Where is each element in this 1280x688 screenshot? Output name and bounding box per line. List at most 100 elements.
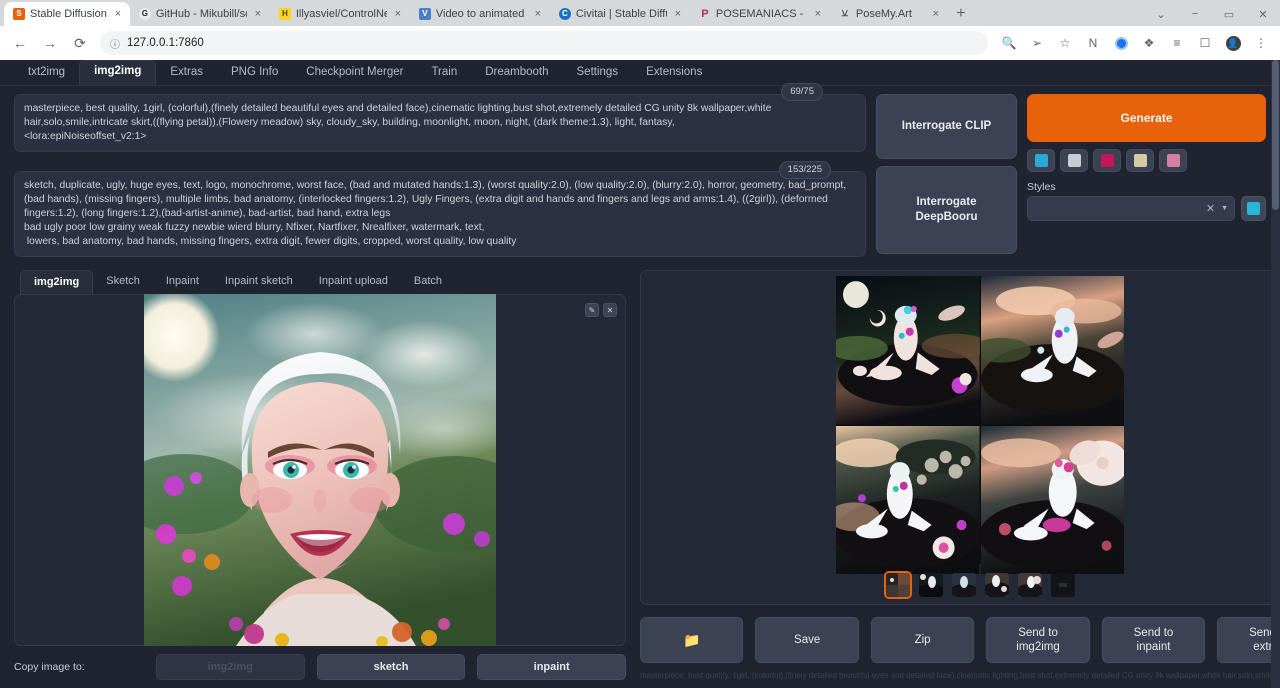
clear-x-icon[interactable]: ✕ — [1206, 202, 1215, 215]
result-gallery[interactable]: ✕ — [640, 270, 1280, 605]
styles-row: ✕ ▼ — [1027, 196, 1266, 221]
close-icon[interactable]: × — [112, 8, 124, 20]
interrogate-clip-button[interactable]: Interrogate CLIP — [876, 94, 1017, 159]
browser-tab-1[interactable]: G GitHub - Mikubill/sd-webui-co × — [130, 2, 270, 26]
copy-image-label: Copy image to: — [14, 661, 156, 673]
tab-label: Video to animated GIF converter — [436, 8, 527, 20]
chevron-down-icon[interactable]: ▼ — [1221, 205, 1228, 212]
folder-icon: 📁 — [683, 633, 700, 647]
result-image-3[interactable] — [981, 426, 1125, 575]
github-icon: G — [139, 8, 151, 20]
clipboard-icon[interactable] — [1126, 149, 1154, 172]
gallery-thumb-0[interactable] — [884, 571, 912, 599]
paste-arrow-icon[interactable] — [1027, 149, 1055, 172]
minimize-button[interactable]: − — [1178, 2, 1212, 26]
subtab-sketch[interactable]: Sketch — [93, 270, 153, 295]
subtab-img2img[interactable]: img2img — [20, 270, 93, 295]
profile-avatar-icon[interactable]: 👤 — [1222, 31, 1244, 55]
tab-settings[interactable]: Settings — [563, 62, 633, 85]
cards-icon[interactable] — [1093, 149, 1121, 172]
extensions-puzzle-icon[interactable]: ❖ — [1138, 31, 1160, 55]
browser-tab-2[interactable]: H Illyasviel/ControlNet at main × — [270, 2, 410, 26]
tab-extensions[interactable]: Extensions — [632, 62, 716, 85]
save-button[interactable]: Save — [755, 617, 858, 663]
interrogate-column: Interrogate CLIP Interrogate DeepBooru — [876, 94, 1017, 254]
tab-dreambooth[interactable]: Dreambooth — [471, 62, 562, 85]
share-icon[interactable]: ➢ — [1026, 31, 1048, 55]
browser-tab-3[interactable]: V Video to animated GIF converter × — [410, 2, 550, 26]
copy-to-img2img-button[interactable]: img2img — [156, 654, 305, 680]
gallery-thumb-5[interactable] — [1049, 571, 1077, 599]
notion-extension-icon[interactable]: N — [1082, 31, 1104, 55]
tab-txt2img[interactable]: txt2img — [14, 62, 79, 85]
new-tab-button[interactable]: + — [948, 2, 974, 26]
close-icon[interactable]: × — [252, 8, 264, 20]
close-window-button[interactable]: ✕ — [1246, 2, 1280, 26]
page-scrollbar[interactable] — [1271, 60, 1280, 688]
subtab-batch[interactable]: Batch — [401, 270, 455, 295]
maximize-button[interactable]: ▭ — [1212, 2, 1246, 26]
tab-train[interactable]: Train — [417, 62, 471, 85]
close-icon[interactable]: × — [532, 8, 544, 20]
chrome-menu-icon[interactable]: ⋮ — [1250, 31, 1272, 55]
tab-checkpoint-merger[interactable]: Checkpoint Merger — [292, 62, 417, 85]
tab-search-icon[interactable]: ⌄ — [1144, 2, 1178, 26]
scrollbar-thumb[interactable] — [1272, 60, 1279, 210]
gallery-thumb-4[interactable] — [1016, 571, 1044, 599]
close-x-icon[interactable]: ✕ — [603, 303, 617, 317]
gallery-thumb-1[interactable] — [917, 571, 945, 599]
result-image-2[interactable] — [836, 426, 980, 575]
browser-tab-4[interactable]: C Civitai | Stable Diffusion models × — [550, 2, 690, 26]
styles-dropdown[interactable]: ✕ ▼ — [1027, 196, 1235, 221]
result-image-1[interactable] — [981, 276, 1125, 425]
copy-image-buttons: img2img sketch inpaint — [156, 654, 626, 680]
zoom-icon[interactable]: 🔍 — [998, 31, 1020, 55]
floppy-icon[interactable] — [1159, 149, 1187, 172]
address-bar[interactable]: ⓘ 127.0.0.1:7860 — [100, 31, 988, 55]
open-folder-button[interactable]: 📁 — [640, 617, 743, 663]
generate-button[interactable]: Generate — [1027, 94, 1266, 142]
browser-tab-6[interactable]: ⚺ PoseMy.Art × — [830, 2, 948, 26]
back-icon[interactable]: ← — [8, 31, 32, 55]
bookmark-star-icon[interactable]: ☆ — [1054, 31, 1076, 55]
zip-button[interactable]: Zip — [871, 617, 974, 663]
close-icon[interactable]: × — [930, 8, 942, 20]
subtab-inpaint-upload[interactable]: Inpaint upload — [306, 270, 401, 295]
copy-to-sketch-button[interactable]: sketch — [317, 654, 466, 680]
reading-list-icon[interactable]: ≡ — [1166, 31, 1188, 55]
extension-blue-icon[interactable] — [1110, 31, 1132, 55]
source-image-panel[interactable]: ✎ ✕ — [14, 294, 626, 646]
result-image-0[interactable] — [836, 276, 980, 425]
prompt-textarea[interactable]: 69/75 masterpiece, best quality, 1girl, … — [14, 94, 866, 152]
output-action-buttons: 📁 Save Zip Send to img2img Send to inpai… — [640, 617, 1280, 663]
browser-tab-0[interactable]: S Stable Diffusion × — [4, 2, 130, 26]
refresh-icon[interactable] — [1241, 196, 1266, 221]
close-icon[interactable]: × — [672, 8, 684, 20]
subtab-inpaint-sketch[interactable]: Inpaint sketch — [212, 270, 306, 295]
send-to-img2img-button[interactable]: Send to img2img — [986, 617, 1089, 663]
trash-icon[interactable] — [1060, 149, 1088, 172]
tab-img2img[interactable]: img2img — [79, 60, 156, 85]
reload-icon[interactable]: ⟳ — [68, 31, 92, 55]
gallery-thumb-3[interactable] — [983, 571, 1011, 599]
prompt-tool-buttons — [1027, 149, 1266, 172]
tab-extras[interactable]: Extras — [156, 62, 217, 85]
prompt-row: 69/75 masterpiece, best quality, 1girl, … — [14, 94, 1266, 257]
video-icon: V — [419, 8, 431, 20]
prompt-text: masterpiece, best quality, 1girl, (color… — [24, 103, 774, 142]
close-icon[interactable]: × — [392, 8, 404, 20]
tab-png-info[interactable]: PNG Info — [217, 62, 292, 85]
gallery-thumb-2[interactable] — [950, 571, 978, 599]
subtab-inpaint[interactable]: Inpaint — [153, 270, 212, 295]
negative-prompt-textarea[interactable]: 153/225 sketch, duplicate, ugly, huge ey… — [14, 171, 866, 257]
copy-to-inpaint-button[interactable]: inpaint — [477, 654, 626, 680]
interrogate-deepbooru-button[interactable]: Interrogate DeepBooru — [876, 166, 1017, 254]
forward-icon[interactable]: → — [38, 31, 62, 55]
sd-icon: S — [13, 8, 25, 20]
browser-tab-5[interactable]: P POSEMANIACS - Royalty free 3 × — [690, 2, 830, 26]
close-icon[interactable]: × — [812, 8, 824, 20]
side-panel-icon[interactable]: ☐ — [1194, 31, 1216, 55]
send-to-inpaint-button[interactable]: Send to inpaint — [1102, 617, 1205, 663]
pencil-icon[interactable]: ✎ — [585, 303, 599, 317]
tab-label: Stable Diffusion — [30, 8, 107, 20]
